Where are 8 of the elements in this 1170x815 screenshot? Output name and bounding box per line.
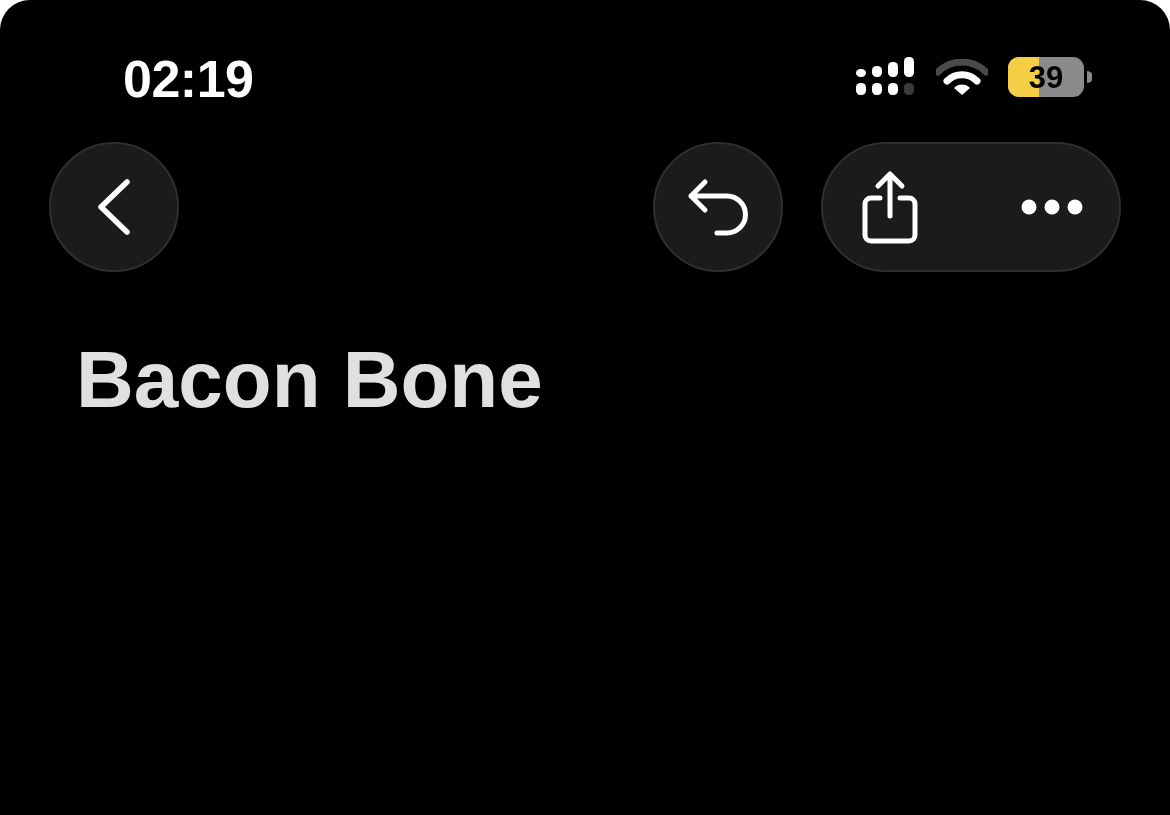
chevron-left-icon xyxy=(98,179,130,235)
wifi-icon xyxy=(936,58,988,96)
signal-icon xyxy=(856,57,914,97)
ellipsis-icon xyxy=(1021,199,1083,215)
share-icon xyxy=(862,170,918,244)
status-time: 02:19 xyxy=(123,53,254,105)
page-title: Bacon Bone xyxy=(76,340,543,420)
curved-arrow-icon xyxy=(688,178,748,236)
